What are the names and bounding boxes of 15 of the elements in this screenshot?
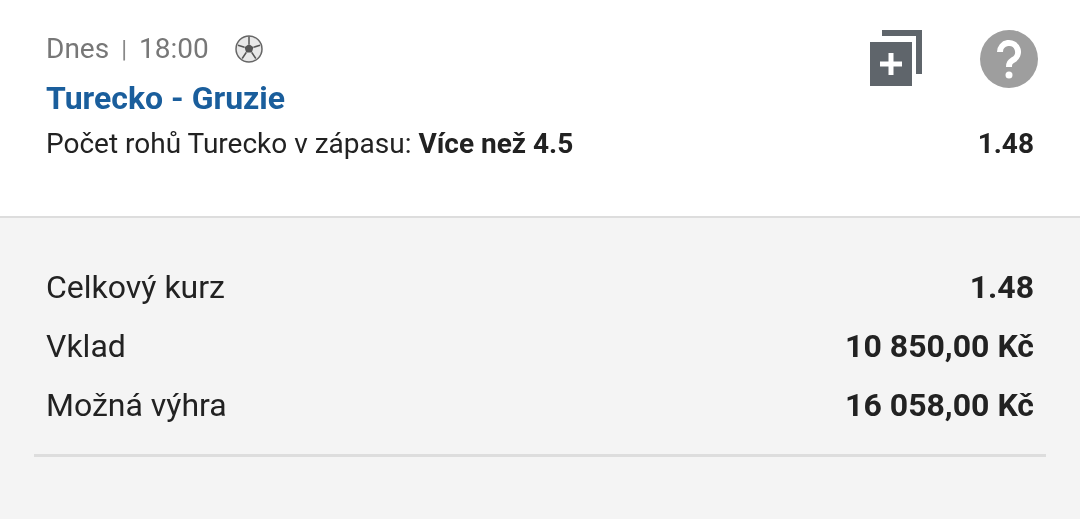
soccer-ball-icon <box>234 34 263 63</box>
odds-value: 1.48 <box>977 127 1034 160</box>
summary-value: 1.48 <box>969 268 1034 306</box>
summary-label: Vklad <box>46 327 126 365</box>
summary-value: 16 058,00 Kč <box>845 386 1034 424</box>
summary-label: Celkový kurz <box>46 268 225 306</box>
summary-label: Možná výhra <box>46 386 227 424</box>
add-copy-icon[interactable] <box>870 30 922 86</box>
selection-text: Počet rohů Turecko v zápasu: Více než 4.5 <box>46 127 574 160</box>
date-label: Dnes <box>46 32 110 65</box>
match-link[interactable]: Turecko - Gruzie <box>46 79 286 117</box>
separator: | <box>121 34 127 63</box>
summary-value: 10 850,00 Kč <box>845 327 1034 365</box>
time-label: 18:00 <box>139 32 209 65</box>
help-icon[interactable] <box>980 30 1038 88</box>
